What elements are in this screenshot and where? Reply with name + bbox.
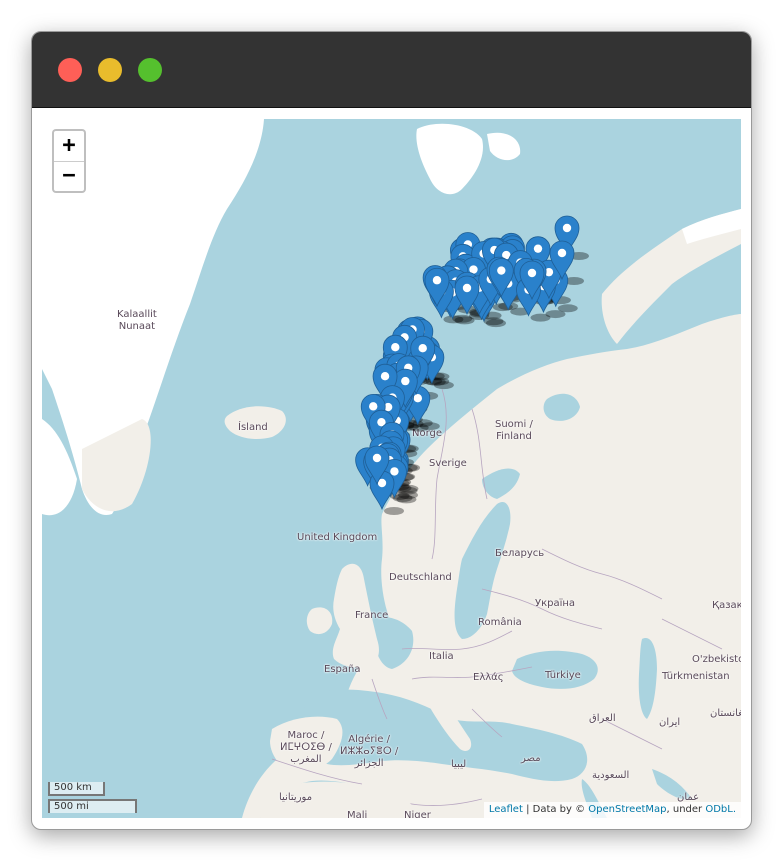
scale-mi: 500 mi [48, 799, 137, 813]
markers-layer [355, 215, 589, 515]
map-canvas[interactable]: Kalaallit Nunaat Ísland Norge Sverige Su… [42, 119, 741, 818]
zoom-out-button[interactable]: − [54, 161, 84, 191]
marker-shadow [530, 313, 551, 322]
browser-window: Kalaallit Nunaat Ísland Norge Sverige Su… [31, 31, 752, 830]
attribution: Leaflet | Data by © OpenStreetMap, under… [483, 802, 741, 818]
attribution-sep: | Data by © [522, 804, 589, 815]
leaflet-link[interactable]: Leaflet [489, 804, 523, 815]
zoom-in-button[interactable]: + [54, 131, 84, 162]
maximize-window-button[interactable] [138, 58, 162, 82]
marker-shadow [384, 507, 404, 515]
osm-link[interactable]: OpenStreetMap [588, 804, 666, 815]
attribution-under: , under [666, 804, 706, 815]
minimize-window-button[interactable] [98, 58, 122, 82]
scale-km: 500 km [48, 782, 105, 796]
title-bar [32, 32, 751, 108]
close-window-button[interactable] [58, 58, 82, 82]
zoom-control: + − [52, 129, 86, 193]
marker-shadow [396, 495, 417, 504]
odbl-link[interactable]: ODbL. [705, 804, 736, 815]
